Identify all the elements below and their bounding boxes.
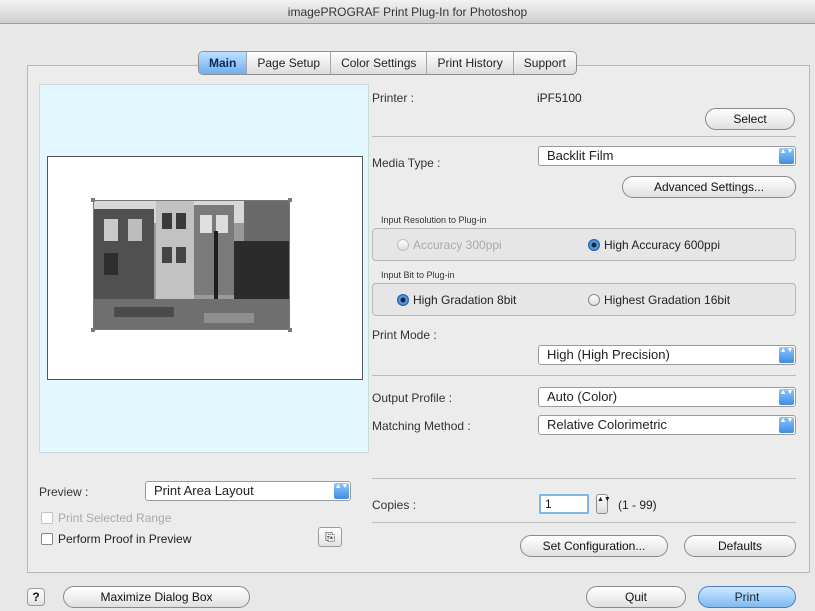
print-button[interactable]: Print — [698, 586, 796, 608]
input-bit-group-label: Input Bit to Plug-in — [381, 270, 455, 280]
tab-color-settings[interactable]: Color Settings — [331, 52, 428, 74]
print-selected-range-label: Print Selected Range — [58, 511, 172, 525]
matching-method-value: Relative Colorimetric — [547, 417, 667, 432]
radio-highest-gradation-16bit[interactable]: Highest Gradation 16bit — [588, 293, 730, 307]
photo-handle-bottom-left[interactable] — [91, 328, 95, 332]
select-printer-button[interactable]: Select — [705, 108, 795, 130]
tab-support[interactable]: Support — [514, 52, 576, 74]
window-title-bar: imagePROGRAF Print Plug-In for Photoshop — [0, 0, 815, 24]
tab-bar: Main Page Setup Color Settings Print His… — [198, 51, 577, 75]
output-profile-value: Auto (Color) — [547, 389, 618, 404]
window-title: imagePROGRAF Print Plug-In for Photoshop — [287, 5, 528, 19]
radio-button-icon — [588, 294, 600, 306]
printer-value: iPF5100 — [537, 91, 582, 105]
preview-select[interactable]: Print Area Layout ▲▼ — [145, 481, 351, 501]
media-type-select[interactable]: Backlit Film ▲▼ — [538, 146, 796, 166]
help-button[interactable]: ? — [27, 588, 45, 606]
print-selected-range-checkbox[interactable]: Print Selected Range — [41, 511, 171, 525]
select-arrows-icon: ▲▼ — [779, 389, 794, 405]
quit-button[interactable]: Quit — [586, 586, 686, 608]
radio-high-gradation-8bit[interactable]: High Gradation 8bit — [397, 293, 516, 307]
checkbox-icon — [41, 533, 53, 545]
advanced-settings-button[interactable]: Advanced Settings... — [622, 176, 796, 198]
separator — [372, 478, 796, 479]
copies-input[interactable]: 1 — [539, 494, 589, 514]
preview-photo-image — [94, 201, 289, 329]
preview-label: Preview : — [39, 485, 89, 499]
radio-high-accuracy-600ppi[interactable]: High Accuracy 600ppi — [588, 238, 720, 252]
checkbox-icon — [41, 512, 53, 524]
media-type-value: Backlit Film — [547, 148, 614, 163]
printer-label: Printer : — [372, 91, 415, 105]
print-mode-label: Print Mode : — [372, 328, 437, 342]
output-profile-select[interactable]: Auto (Color) ▲▼ — [538, 387, 796, 407]
proof-preview-button[interactable]: ⎘ — [318, 527, 342, 547]
radio-highest-gradation-16bit-label: Highest Gradation 16bit — [604, 293, 731, 307]
separator — [372, 522, 796, 523]
input-resolution-group-label: Input Resolution to Plug-in — [381, 215, 487, 225]
select-arrows-icon: ▲▼ — [779, 417, 794, 433]
tab-page-setup[interactable]: Page Setup — [247, 52, 332, 74]
output-profile-label: Output Profile : — [372, 391, 453, 405]
copies-stepper-icon[interactable]: ▲▼ — [596, 494, 611, 514]
set-configuration-button[interactable]: Set Configuration... — [520, 535, 668, 557]
matching-method-select[interactable]: Relative Colorimetric ▲▼ — [538, 415, 796, 435]
select-arrows-icon: ▲▼ — [779, 347, 794, 363]
radio-accuracy-300ppi-label: Accuracy 300ppi — [413, 238, 502, 252]
print-mode-select[interactable]: High (High Precision) ▲▼ — [538, 345, 796, 365]
radio-button-icon — [397, 239, 409, 251]
radio-high-accuracy-600ppi-label: High Accuracy 600ppi — [604, 238, 721, 252]
copies-label: Copies : — [372, 498, 417, 512]
photo-handle-top-left[interactable] — [91, 198, 95, 202]
print-mode-value: High (High Precision) — [547, 347, 670, 362]
tab-main[interactable]: Main — [199, 52, 248, 74]
photo-handle-top-right[interactable] — [288, 198, 292, 202]
radio-button-selected-icon — [397, 294, 409, 306]
preview-value: Print Area Layout — [154, 483, 254, 498]
perform-proof-label: Perform Proof in Preview — [58, 532, 192, 546]
proof-preview-icon: ⎘ — [325, 530, 335, 544]
copies-range: (1 - 99) — [618, 498, 657, 512]
select-arrows-icon: ▲▼ — [334, 483, 349, 499]
select-arrows-icon: ▲▼ — [779, 148, 794, 164]
preview-photo — [93, 200, 290, 330]
radio-accuracy-300ppi[interactable]: Accuracy 300ppi — [397, 238, 502, 252]
perform-proof-checkbox[interactable]: Perform Proof in Preview — [41, 532, 191, 546]
radio-high-gradation-8bit-label: High Gradation 8bit — [413, 293, 517, 307]
media-type-label: Media Type : — [372, 156, 441, 170]
defaults-button[interactable]: Defaults — [684, 535, 796, 557]
tab-print-history[interactable]: Print History — [427, 52, 514, 74]
radio-button-selected-icon — [588, 239, 600, 251]
photo-handle-bottom-right[interactable] — [288, 328, 292, 332]
matching-method-label: Matching Method : — [372, 419, 471, 433]
help-icon: ? — [32, 590, 40, 604]
separator — [372, 375, 796, 376]
separator — [372, 136, 796, 137]
maximize-dialog-button[interactable]: Maximize Dialog Box — [63, 586, 250, 608]
